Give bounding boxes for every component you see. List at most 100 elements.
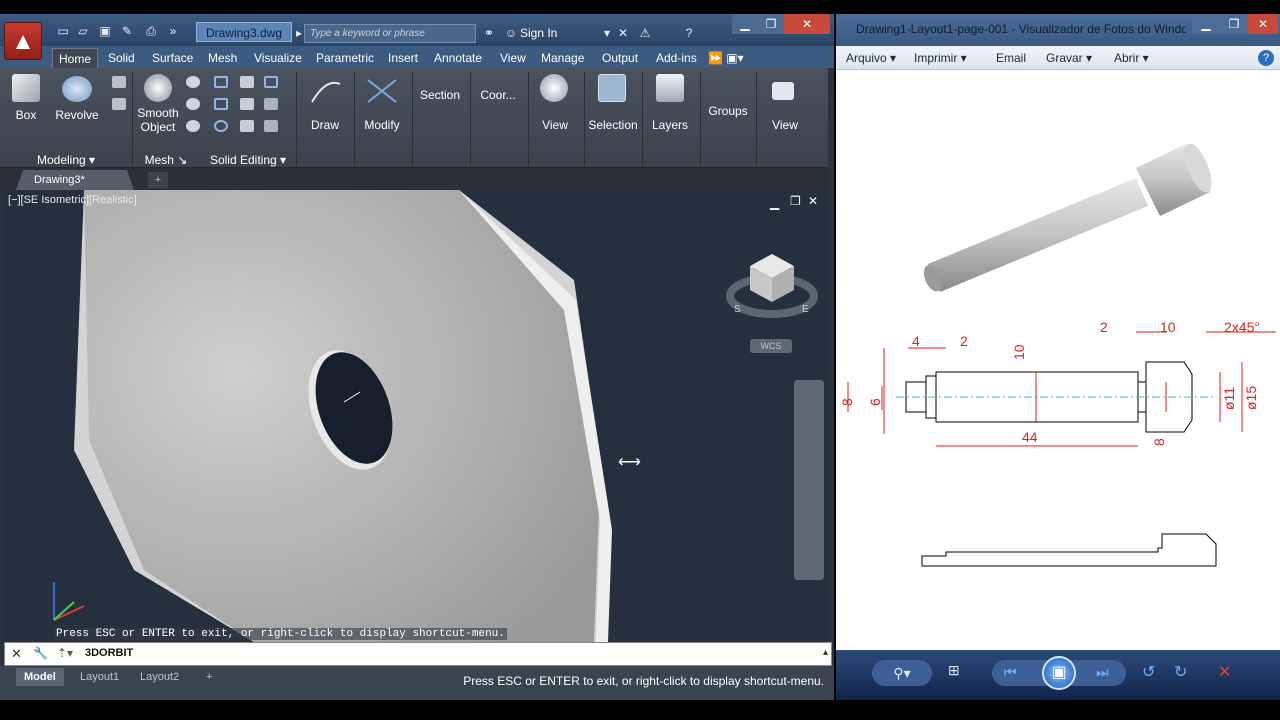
viewer-toolbar: ⚲▾ ⊞ ⏮ ▣ ⏭ ↺ ↻ ✕ (836, 650, 1280, 700)
mesh-smooth-icon[interactable] (186, 98, 200, 110)
viewer-minimize-button[interactable]: ▁ (1192, 14, 1220, 34)
mesh-refine-icon[interactable] (186, 120, 200, 132)
menu-arquivo[interactable]: Arquivo ▾ (846, 51, 896, 65)
slice-icon[interactable] (240, 76, 254, 88)
delete-icon[interactable]: ✕ (1218, 662, 1231, 682)
wcs-menu[interactable]: WCS (750, 339, 792, 353)
layers-button[interactable]: Layers (644, 118, 696, 132)
draw-button[interactable]: Draw (300, 118, 350, 132)
sign-in-button[interactable]: Sign In (520, 24, 557, 43)
view-button[interactable]: View (530, 118, 580, 132)
viewport-controls-label[interactable]: [−][SE Isometric][Realistic] (8, 194, 137, 206)
navigation-bar[interactable] (794, 380, 824, 580)
tab-parametric[interactable]: Parametric (310, 48, 380, 68)
menu-imprimir[interactable]: Imprimir ▾ (914, 51, 967, 65)
viewer-close-button[interactable]: ✕ (1248, 14, 1278, 34)
tab-visualize[interactable]: Visualize (248, 48, 308, 68)
saveas-icon[interactable]: ✎ (118, 22, 136, 40)
viewport-restore-icon[interactable]: ❐ (790, 194, 801, 208)
viewport-close-icon[interactable]: ✕ (808, 194, 818, 208)
help-icon[interactable]: ? (680, 24, 698, 42)
viewer-maximize-button[interactable]: ❐ (1220, 14, 1248, 34)
application-menu-button[interactable]: ▲ (4, 22, 42, 60)
viewer-help-icon[interactable]: ? (1258, 50, 1274, 66)
zoom-icon[interactable]: ⚲▾ (872, 660, 932, 686)
panel-title-solid-editing[interactable]: Solid Editing ▾ (200, 152, 296, 168)
file-tab-bar: Drawing3* + (0, 168, 828, 190)
command-input[interactable]: 3DORBIT (85, 647, 133, 659)
tab-addins[interactable]: Add-ins (650, 48, 703, 68)
shaft-3d-render (923, 143, 1212, 292)
rotate-left-icon[interactable]: ↺ (1142, 662, 1155, 682)
tab-mesh[interactable]: Mesh (202, 48, 243, 68)
tab-insert[interactable]: Insert (382, 48, 424, 68)
panel-title-modeling[interactable]: Modeling ▾ (0, 152, 132, 168)
extract-edges-icon[interactable] (264, 76, 278, 88)
mesh-sphere-icon[interactable] (186, 76, 200, 88)
close-cmd-icon[interactable]: ✕ (11, 646, 22, 662)
customize-icon[interactable]: 🔧 (33, 646, 48, 660)
tab-solid[interactable]: Solid (102, 48, 141, 68)
new-tab-button[interactable]: + (148, 172, 168, 188)
modify-button[interactable]: Modify (356, 118, 408, 132)
binoculars-icon[interactable]: ⚭ (480, 24, 498, 42)
union-icon[interactable] (214, 76, 228, 88)
menu-email[interactable]: Email (996, 51, 1026, 65)
expand-history-icon[interactable]: ▴ (823, 647, 828, 658)
recent-commands-icon[interactable]: ⇡▾ (57, 646, 73, 660)
minimize-button[interactable]: ▁ (732, 14, 758, 34)
groups-button[interactable]: Groups (702, 104, 754, 118)
rotate-right-icon[interactable]: ↻ (1174, 662, 1187, 682)
add-layout-button[interactable]: + (198, 668, 220, 686)
open-icon[interactable]: ▱ (74, 22, 92, 40)
ribbon-tab-bar: Home Solid Surface Mesh Visualize Parame… (0, 46, 834, 68)
tab-manage[interactable]: Manage (535, 48, 590, 68)
subtract-icon[interactable] (214, 98, 228, 110)
tab-surface[interactable]: Surface (146, 48, 199, 68)
close-button[interactable]: ✕ (784, 14, 830, 34)
menu-abrir[interactable]: Abrir ▾ (1114, 51, 1149, 65)
3d-viewport[interactable]: [−][SE Isometric][Realistic] ▁ ❐ ✕ S E W… (4, 190, 828, 642)
command-line[interactable]: ✕ 🔧 ⇡▾ 3DORBIT ▴ (4, 642, 832, 666)
a360-icon[interactable]: ⚠ (636, 24, 654, 42)
search-input[interactable]: Type a keyword or phrase (304, 24, 476, 43)
tab-output[interactable]: Output (596, 48, 644, 68)
file-tab[interactable]: Drawing3* (16, 170, 134, 190)
tab-layout1[interactable]: Layout1 (72, 668, 127, 686)
separate-icon[interactable] (264, 120, 278, 132)
exchange-icon[interactable]: ✕ (614, 24, 632, 42)
tabs-overflow-icon[interactable]: ⏩ ▣▾ (702, 48, 750, 68)
tab-layout2[interactable]: Layout2 (132, 668, 187, 686)
imprint-icon[interactable] (240, 120, 254, 132)
box-button[interactable]: Box (6, 108, 46, 122)
more-icon[interactable]: » (164, 22, 182, 40)
viewcube[interactable]: S E (726, 246, 818, 322)
tab-annotate[interactable]: Annotate (428, 48, 488, 68)
print-icon[interactable]: ⎙ (142, 22, 160, 40)
maximize-button[interactable]: ❐ (758, 14, 784, 34)
slideshow-button[interactable]: ▣ (1042, 656, 1076, 690)
revolve-button[interactable]: Revolve (50, 108, 104, 122)
intersect-icon[interactable] (214, 120, 228, 132)
photo-viewer-window: Drawing1-Layout1-page-001 - Visualizador… (836, 14, 1280, 700)
extrude-icon[interactable] (112, 76, 126, 88)
menu-gravar[interactable]: Gravar ▾ (1046, 51, 1092, 65)
fit-window-icon[interactable]: ⊞ (948, 662, 960, 679)
tab-home[interactable]: Home (52, 48, 99, 68)
smooth-button[interactable]: Smooth (134, 106, 182, 120)
view-panel-button[interactable]: View (758, 118, 812, 132)
selection-button[interactable]: Selection (586, 118, 640, 132)
tab-model[interactable]: Model (16, 668, 64, 686)
tab-view[interactable]: View (494, 48, 532, 68)
next-icon[interactable]: ⏭ (1096, 664, 1109, 681)
viewport-minimize-icon[interactable]: ▁ (770, 196, 779, 210)
previous-icon[interactable]: ⏮ (1004, 664, 1017, 681)
save-icon[interactable]: ▣ (96, 22, 114, 40)
coordinates-button[interactable]: Coor... (472, 88, 524, 102)
panel-title-mesh[interactable]: Mesh ↘ (134, 152, 198, 168)
offset-edges-icon[interactable] (264, 98, 278, 110)
new-icon[interactable]: ▭ (54, 22, 72, 40)
interfere-icon[interactable] (240, 98, 254, 110)
section-button[interactable]: Section (414, 88, 466, 102)
presspull-icon[interactable] (112, 98, 126, 110)
